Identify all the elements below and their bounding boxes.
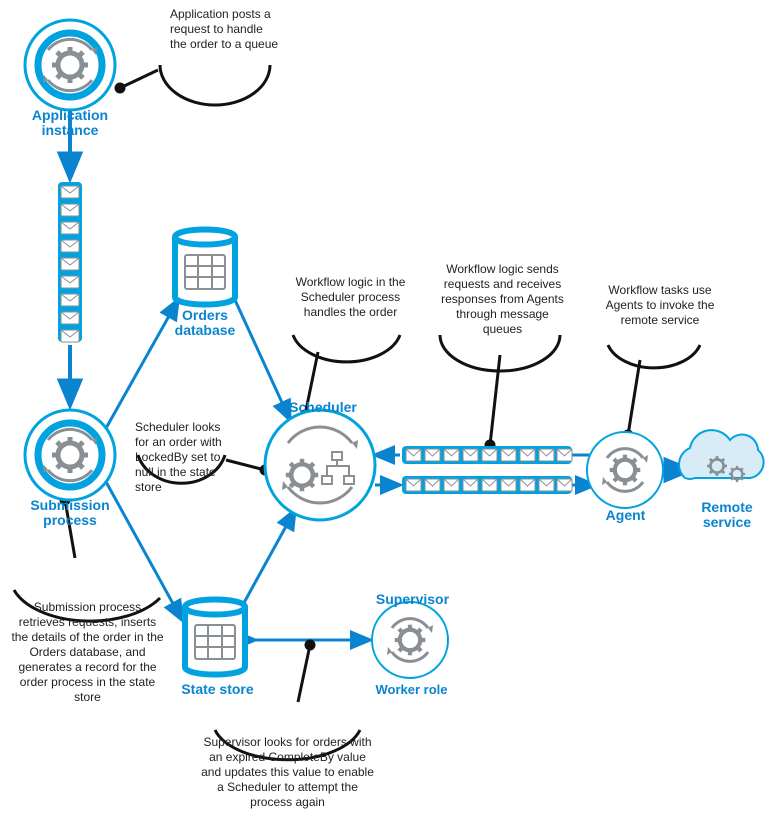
remote-service-label: Remoteservice bbox=[692, 500, 762, 531]
agent-to-scheduler-queue bbox=[402, 446, 572, 464]
orders-database-node bbox=[175, 230, 235, 305]
application-instance-node bbox=[25, 20, 115, 110]
scheduler-label: Scheduler bbox=[283, 400, 363, 415]
annotation-submission: Submission process retrieves requests, i… bbox=[10, 600, 165, 705]
remote-service-node bbox=[679, 430, 764, 482]
annotation-scheduler-lookup: Scheduler looks for an order with Locked… bbox=[135, 420, 230, 495]
annotation-app-post: Application posts a request to handle th… bbox=[170, 7, 280, 52]
supervisor-label: Supervisor bbox=[370, 592, 455, 607]
annotation-supervisor: Supervisor looks for orders with an expi… bbox=[200, 735, 375, 810]
agent-node bbox=[587, 432, 663, 508]
application-instance-label: Applicationinstance bbox=[25, 108, 115, 139]
submission-process-label: Submissionprocess bbox=[25, 498, 115, 529]
annotation-workflow-sends: Workflow logic sends requests and receiv… bbox=[435, 262, 570, 337]
scheduler-node bbox=[265, 410, 375, 520]
supervisor-role-label: Worker role bbox=[364, 682, 459, 697]
submission-process-node bbox=[25, 410, 115, 500]
annotation-workflow-tasks: Workflow tasks use Agents to invoke the … bbox=[600, 283, 720, 328]
agent-label: Agent bbox=[598, 508, 653, 523]
supervisor-node bbox=[372, 602, 448, 678]
state-store-label: State store bbox=[175, 682, 260, 697]
scheduler-to-agent-queue bbox=[402, 476, 572, 494]
annotation-workflow-handles: Workflow logic in the Scheduler process … bbox=[293, 275, 408, 320]
state-store-node bbox=[185, 600, 245, 675]
orders-database-label: Ordersdatabase bbox=[165, 308, 245, 339]
app-to-submission-queue bbox=[58, 182, 82, 342]
